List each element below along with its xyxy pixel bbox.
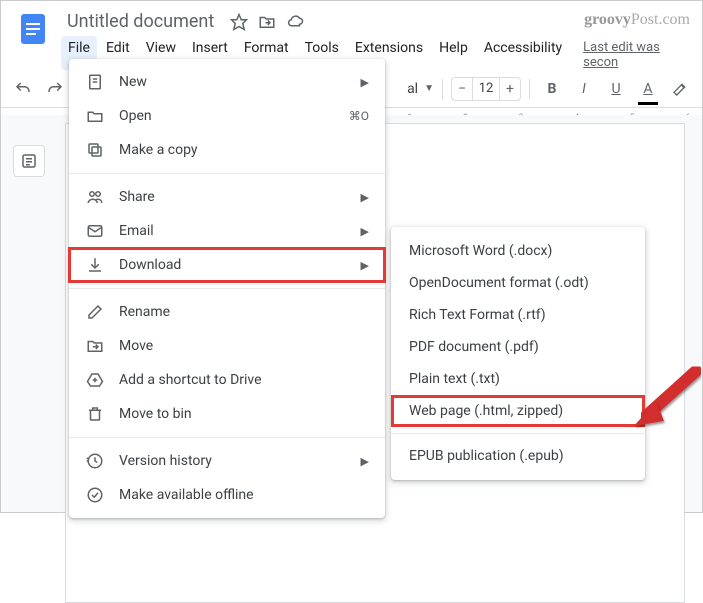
undo-button[interactable] xyxy=(9,75,37,103)
font-family-dropdown[interactable]: al xyxy=(407,81,418,97)
download-epub[interactable]: EPUB publication (.epub) xyxy=(391,440,645,472)
menu-item-share[interactable]: Share ▶ xyxy=(69,180,385,214)
menu-label: Rename xyxy=(119,304,369,320)
menu-separator xyxy=(69,173,385,174)
menu-item-download[interactable]: Download ▶ xyxy=(69,248,385,282)
font-size-stepper[interactable]: − 12 + xyxy=(451,77,521,101)
bold-button[interactable]: B xyxy=(538,75,566,103)
move-icon xyxy=(85,336,105,356)
download-txt[interactable]: Plain text (.txt) xyxy=(391,363,645,395)
chevron-right-icon: ▶ xyxy=(361,191,369,204)
menu-accessibility[interactable]: Accessibility xyxy=(477,36,569,70)
download-submenu: Microsoft Word (.docx) OpenDocument form… xyxy=(391,227,645,480)
document-title[interactable]: Untitled document xyxy=(61,9,220,34)
cloud-status-icon[interactable] xyxy=(286,13,304,31)
underline-button[interactable]: U xyxy=(602,75,630,103)
download-rtf[interactable]: Rich Text Format (.rtf) xyxy=(391,299,645,331)
menu-item-open[interactable]: Open ⌘O xyxy=(69,99,385,133)
chevron-right-icon: ▶ xyxy=(361,76,369,89)
menu-label: Share xyxy=(119,189,347,205)
document-outline-button[interactable] xyxy=(13,145,45,177)
folder-open-icon xyxy=(85,106,105,126)
watermark: groovyPost.com xyxy=(584,11,690,29)
download-icon xyxy=(85,255,105,275)
menu-label: Email xyxy=(119,223,347,239)
download-pdf[interactable]: PDF document (.pdf) xyxy=(391,331,645,363)
menu-label: Make a copy xyxy=(119,142,369,158)
document-icon xyxy=(85,72,105,92)
menu-item-version-history[interactable]: Version history ▶ xyxy=(69,444,385,478)
menu-label: Version history xyxy=(119,453,347,469)
offline-icon xyxy=(85,485,105,505)
chevron-right-icon: ▶ xyxy=(361,225,369,238)
chevron-right-icon: ▶ xyxy=(361,455,369,468)
menu-label: Make available offline xyxy=(119,487,369,503)
menu-label: Open xyxy=(119,108,335,124)
download-odt[interactable]: OpenDocument format (.odt) xyxy=(391,267,645,299)
menu-label: Download xyxy=(119,257,347,273)
menu-separator xyxy=(391,433,645,434)
menu-item-email[interactable]: Email ▶ xyxy=(69,214,385,248)
menu-item-move[interactable]: Move xyxy=(69,329,385,363)
copy-icon xyxy=(85,140,105,160)
download-docx[interactable]: Microsoft Word (.docx) xyxy=(391,235,645,267)
docs-logo[interactable] xyxy=(13,9,53,49)
menu-label: Move to bin xyxy=(119,406,369,422)
share-icon xyxy=(85,187,105,207)
font-size-decrease[interactable]: − xyxy=(452,81,472,97)
menu-separator xyxy=(69,288,385,289)
download-html[interactable]: Web page (.html, zipped) xyxy=(391,395,645,427)
font-size-value[interactable]: 12 xyxy=(472,78,500,100)
file-menu-dropdown: New ▶ Open ⌘O Make a copy Share ▶ Email … xyxy=(69,59,385,518)
menu-help[interactable]: Help xyxy=(432,36,475,70)
menu-separator xyxy=(69,437,385,438)
separator xyxy=(529,79,530,99)
menu-item-rename[interactable]: Rename xyxy=(69,295,385,329)
highlight-button[interactable] xyxy=(666,75,694,103)
redo-button[interactable] xyxy=(41,75,69,103)
menu-label: New xyxy=(119,74,347,90)
chevron-right-icon: ▶ xyxy=(361,259,369,272)
menu-label: Move xyxy=(119,338,369,354)
last-edit-link[interactable]: Last edit was secon xyxy=(583,36,690,70)
menu-item-offline[interactable]: Make available offline xyxy=(69,478,385,512)
text-color-button[interactable]: A xyxy=(634,75,662,103)
email-icon xyxy=(85,221,105,241)
menu-item-make-copy[interactable]: Make a copy xyxy=(69,133,385,167)
menu-shortcut: ⌘O xyxy=(349,109,369,123)
menu-item-new[interactable]: New ▶ xyxy=(69,65,385,99)
font-size-increase[interactable]: + xyxy=(500,81,520,97)
italic-button[interactable]: I xyxy=(570,75,598,103)
chevron-down-icon: ▼ xyxy=(424,83,434,94)
history-icon xyxy=(85,451,105,471)
drive-shortcut-icon xyxy=(85,370,105,390)
menu-item-add-shortcut[interactable]: Add a shortcut to Drive xyxy=(69,363,385,397)
separator xyxy=(442,79,443,99)
rename-icon xyxy=(85,302,105,322)
menu-label: Add a shortcut to Drive xyxy=(119,372,369,388)
move-folder-icon[interactable] xyxy=(258,13,276,31)
menu-item-move-to-bin[interactable]: Move to bin xyxy=(69,397,385,431)
star-icon[interactable] xyxy=(230,13,248,31)
trash-icon xyxy=(85,404,105,424)
